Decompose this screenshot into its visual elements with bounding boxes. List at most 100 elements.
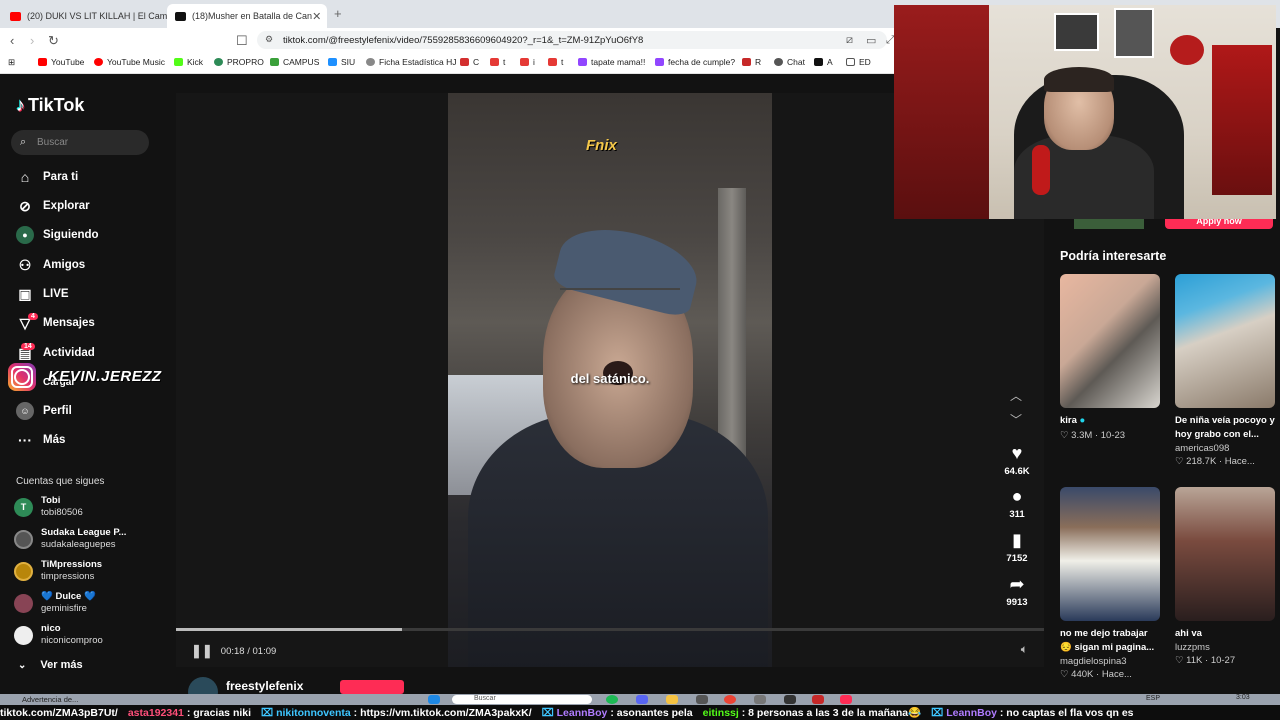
bookmark-youtube[interactable]: YouTube: [38, 57, 84, 67]
taskbar-notification[interactable]: Advertencia de...: [22, 695, 78, 704]
cast-icon[interactable]: ▭: [866, 34, 876, 47]
extension-icon[interactable]: ⧄: [846, 34, 853, 47]
browser-tab-tiktok[interactable]: (18)Musher en Batalla de Can ✕: [167, 4, 327, 28]
bookmark-r[interactable]: R: [742, 57, 761, 67]
bookmark-folder[interactable]: ED: [846, 57, 871, 67]
reload-icon[interactable]: ↻: [48, 33, 59, 49]
chat-message: ⌧ LeannBoy : no captas el fla vos qn es: [931, 706, 1134, 719]
video-progress-bar[interactable]: [176, 628, 1044, 631]
chat-message: asta192341 : gracias niki: [127, 706, 252, 719]
bookmark-kick[interactable]: Kick: [174, 57, 203, 67]
volume-icon[interactable]: 🔈︎: [1021, 642, 1028, 657]
close-tab-icon[interactable]: ✕: [312, 10, 321, 23]
chevron-down-icon[interactable]: ﹀: [1010, 411, 1022, 428]
chat-text: https://vm.tiktok.com/ZMA3pakxK/: [360, 706, 532, 719]
duration: 01:09: [252, 645, 277, 657]
bookmark-tapate[interactable]: tapate mama!!: [578, 57, 645, 67]
bookmark-t[interactable]: t: [490, 57, 505, 67]
back-icon[interactable]: ‹: [10, 33, 14, 48]
folder-icon[interactable]: [666, 695, 678, 704]
youtube-icon: [38, 58, 47, 66]
share-count: 9913: [1006, 597, 1028, 608]
app-icon[interactable]: [696, 695, 708, 704]
taskbar-search[interactable]: Buscar: [452, 695, 592, 704]
video-user: americas098: [1175, 443, 1230, 454]
account-handle: tobi80506: [41, 507, 83, 518]
microphone: [1032, 145, 1050, 195]
instagram-icon: [8, 362, 36, 391]
following-account[interactable]: Sudaka League P... sudakaleaguepes: [14, 526, 126, 552]
nav-for-you[interactable]: ⌂ Para ti: [16, 165, 78, 189]
bookmark-chat[interactable]: Chat: [774, 57, 805, 67]
nav-explore[interactable]: ⊘ Explorar: [16, 194, 90, 218]
nav-label: Actividad: [43, 347, 95, 359]
nav-live[interactable]: ▣ LIVE: [16, 282, 68, 306]
nav-more[interactable]: ··· Más: [16, 428, 65, 452]
following-account[interactable]: TiMpressions timpressions: [14, 558, 102, 584]
author-name[interactable]: freestylefenix: [226, 679, 303, 693]
instagram-handle: KEVIN.JEREZZ: [48, 368, 162, 385]
apps-icon[interactable]: ⊞: [8, 57, 15, 68]
tiktok-icon[interactable]: [840, 695, 852, 704]
account-handle: niconicomproo: [41, 635, 103, 646]
recommended-video[interactable]: kira ● ♡ 3.3M · 10-23: [1060, 274, 1160, 441]
taskbar-clock[interactable]: 3:03: [1236, 694, 1250, 701]
forward-icon[interactable]: ›: [30, 33, 34, 48]
comment-count: 311: [1009, 509, 1025, 520]
tiktok-logo[interactable]: ♪ TikTok: [16, 95, 84, 116]
video-thumbnail[interactable]: [1175, 274, 1275, 408]
nav-friends[interactable]: ⚇ Amigos: [16, 253, 85, 277]
bookmark-campus[interactable]: CAMPUS: [270, 57, 319, 67]
following-account[interactable]: 💙 Dulce 💙 geminisfire: [14, 590, 96, 616]
account-handle: sudakaleaguepes: [41, 539, 116, 550]
bookmark-x[interactable]: A: [814, 57, 833, 67]
recommended-video[interactable]: De niña veía pocoyo y hoy grabo con el..…: [1175, 274, 1275, 467]
video-frame[interactable]: Fnix del satánico.: [448, 93, 772, 667]
chat-message: tiktok.com/ZMA3pB7Ut/: [0, 707, 118, 719]
streamer-webcam: [894, 5, 1276, 219]
chrome-icon[interactable]: [724, 695, 736, 704]
discord-icon[interactable]: [636, 695, 648, 704]
bookmark-cumple[interactable]: fecha de cumple?: [655, 57, 735, 67]
save-button[interactable]: ▮ 7152: [996, 530, 1038, 564]
bookmark-c[interactable]: C: [460, 57, 479, 67]
ad-thumbnail[interactable]: [1074, 219, 1144, 229]
app-icon[interactable]: [812, 695, 824, 704]
like-button[interactable]: ♥ 64.6K: [996, 443, 1038, 477]
new-tab-button[interactable]: +: [334, 6, 342, 21]
bookmark-siu[interactable]: SIU: [328, 57, 355, 67]
bookmark-t2[interactable]: t: [548, 57, 563, 67]
video-thumbnail[interactable]: [1060, 274, 1160, 408]
see-more-button[interactable]: ⌄ Ver más: [18, 659, 83, 671]
globe-icon: [366, 58, 375, 66]
chevron-up-icon[interactable]: ︿: [1010, 387, 1022, 404]
recommended-video[interactable]: ahi va luzzpms ♡ 11K · 10-27: [1175, 487, 1275, 666]
video-thumbnail[interactable]: [1060, 487, 1160, 621]
nav-profile[interactable]: ☺ Perfil: [16, 399, 72, 423]
language-indicator[interactable]: ESP: [1146, 695, 1166, 704]
follow-button[interactable]: [340, 680, 404, 694]
bookmark-label: A: [827, 57, 833, 67]
bookmark-i[interactable]: i: [520, 57, 535, 67]
spotify-icon[interactable]: [606, 695, 618, 704]
comment-button[interactable]: ● 311: [996, 486, 1038, 520]
recommended-video[interactable]: no me dejo trabajar 😔 sigan mi pagina...…: [1060, 487, 1160, 680]
app-icon[interactable]: [754, 695, 766, 704]
logo-text: TikTok: [28, 95, 85, 115]
bookmark-youtube-music[interactable]: YouTube Music: [94, 57, 165, 67]
following-account[interactable]: T Tobi tobi80506: [14, 494, 83, 520]
pause-icon[interactable]: ❚❚: [191, 643, 213, 659]
bookmark-propro[interactable]: PROPRO: [214, 57, 264, 67]
following-account[interactable]: nico niconicomproo: [14, 622, 103, 648]
video-thumbnail[interactable]: [1175, 487, 1275, 621]
browser-tab-youtube[interactable]: (20) DUKI VS LIT KILLAH | El Campito: [2, 4, 167, 28]
address-bar[interactable]: ⚙ tiktok.com/@freestylefenix/video/75592…: [257, 31, 887, 49]
nav-following[interactable]: ● Siguiendo: [16, 223, 99, 247]
share-button[interactable]: ➦ 9913: [996, 574, 1038, 608]
obs-icon[interactable]: [784, 695, 796, 704]
windows-start-icon[interactable]: [428, 695, 440, 704]
bookmark-icon[interactable]: ☐: [236, 33, 248, 49]
bookmark-ficha[interactable]: Ficha Estadística HJ: [366, 57, 456, 67]
search-input[interactable]: ⌕ Buscar: [11, 130, 149, 155]
site-info-icon[interactable]: ⚙: [265, 34, 273, 45]
